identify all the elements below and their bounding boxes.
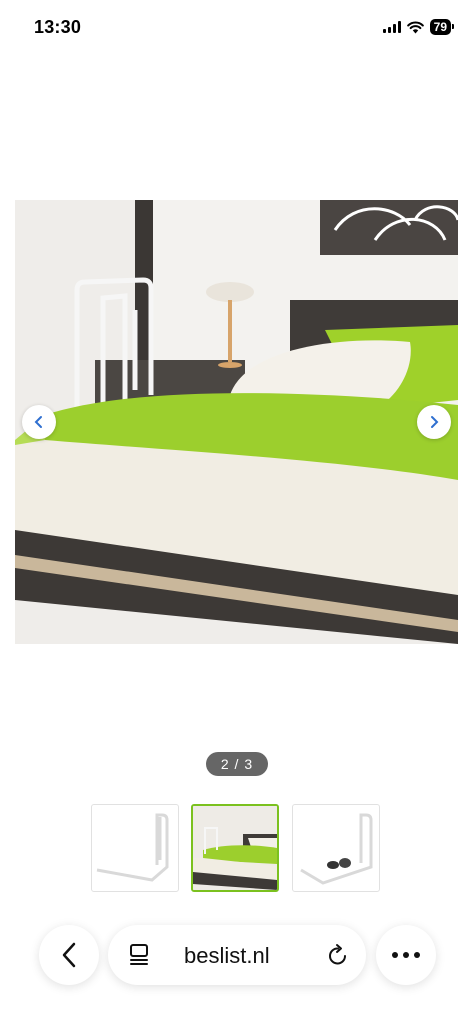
reload-icon[interactable]: [326, 943, 350, 967]
bed-rail-thumbnail-image: [96, 813, 169, 882]
back-arrow-icon: [62, 942, 76, 968]
chevron-right-icon: [431, 416, 439, 428]
status-icons: 79: [382, 19, 455, 35]
tabs-icon[interactable]: [128, 943, 150, 967]
more-button[interactable]: [376, 925, 436, 985]
thumbnail-3[interactable]: [292, 804, 380, 892]
chevron-left-icon: [34, 416, 42, 428]
more-icon: [392, 952, 420, 958]
thumbnail-1[interactable]: [91, 804, 179, 892]
image-pager: 2 / 3: [206, 752, 268, 776]
previous-image-button[interactable]: [22, 405, 56, 439]
bed-thumbnail-image: [193, 806, 277, 890]
back-button[interactable]: [39, 925, 99, 985]
status-bar: 13:30 79: [0, 0, 473, 56]
address-bar[interactable]: beslist.nl: [108, 925, 366, 985]
signal-icon: [382, 21, 401, 33]
url-text[interactable]: beslist.nl: [184, 943, 270, 969]
thumbnail-2[interactable]: [191, 804, 279, 892]
status-time: 13:30: [34, 17, 82, 37]
product-image[interactable]: [15, 200, 458, 644]
wifi-icon: [406, 21, 424, 33]
bed-rail-parts-thumbnail-image: [300, 813, 373, 885]
bed-with-rail-image: [15, 200, 458, 644]
next-image-button[interactable]: [417, 405, 451, 439]
battery-icon: 79: [429, 19, 455, 35]
